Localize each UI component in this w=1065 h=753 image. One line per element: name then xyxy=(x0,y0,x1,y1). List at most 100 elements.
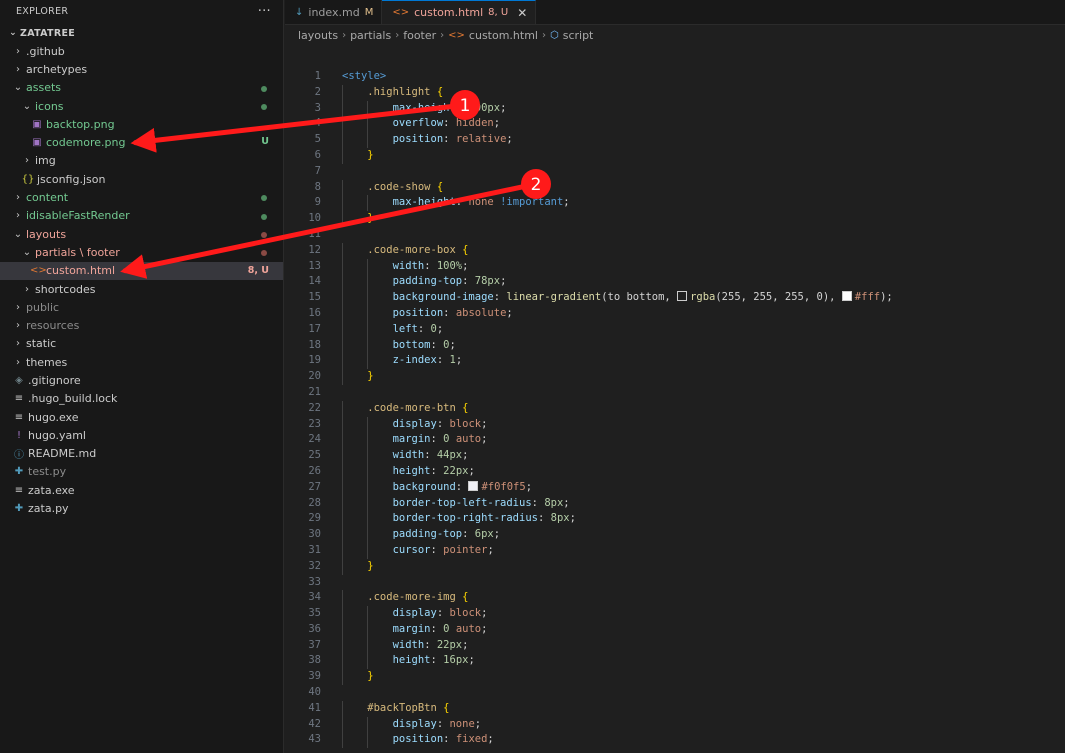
explorer-title: EXPLORER xyxy=(16,5,69,17)
code-token: ; xyxy=(436,322,444,335)
tree-item[interactable]: ▣ backtop.png xyxy=(0,115,283,133)
tree-item[interactable]: › archetypes xyxy=(0,60,283,78)
tree-item-label: resources xyxy=(26,319,80,333)
editor-tab[interactable]: ↓ index.md M xyxy=(285,0,383,24)
code-line: 18 bottom: 0; xyxy=(285,337,1065,354)
tree-item-label: themes xyxy=(26,355,68,369)
tree-item[interactable]: › themes xyxy=(0,353,283,371)
tree-item[interactable]: › resources xyxy=(0,316,283,334)
tree-item[interactable]: › img xyxy=(0,152,283,170)
editor-tab[interactable]: <> custom.html 8, U ✕ xyxy=(382,0,537,24)
code-token: : xyxy=(493,291,507,304)
code-text: margin: 0 auto; xyxy=(342,622,488,638)
tree-item[interactable]: ≡ hugo.exe xyxy=(0,408,283,426)
code-text: .code-more-img { xyxy=(342,590,468,606)
status-dot xyxy=(261,85,267,92)
tree-item[interactable]: ≡ zata.exe xyxy=(0,481,283,499)
code-line: 21 xyxy=(285,385,1065,401)
code-token: auto xyxy=(455,622,482,635)
tree-item[interactable]: ≡ .hugo_build.lock xyxy=(0,390,283,408)
code-line: 20 } xyxy=(285,369,1065,385)
tree-item[interactable]: › content xyxy=(0,188,283,206)
tree-item-label: codemore.png xyxy=(46,136,126,150)
tree-item-label: idisableFastRender xyxy=(26,209,130,223)
code-line: 25 width: 44px; xyxy=(285,448,1065,464)
breadcrumb-item[interactable]: script xyxy=(563,29,594,42)
code-token: ; xyxy=(449,338,456,351)
chevron-down-icon: ⌄ xyxy=(9,28,17,38)
tree-item[interactable]: ◈ .gitignore xyxy=(0,371,283,389)
code-token: { xyxy=(462,591,469,604)
chevron-right-icon: › xyxy=(25,283,29,295)
more-actions-icon[interactable]: ··· xyxy=(258,4,271,19)
code-line: 36 margin: 0 auto; xyxy=(285,621,1065,638)
close-icon[interactable]: ✕ xyxy=(517,6,527,20)
code-token: : xyxy=(417,322,431,335)
code-line: 43 position: fixed; xyxy=(285,732,1065,749)
tree-item[interactable]: ✚ zata.py xyxy=(0,499,283,517)
tree-item[interactable]: ⌄ icons xyxy=(0,97,283,115)
code-token: : xyxy=(430,338,444,351)
code-text: .highlight { xyxy=(342,85,443,101)
tree-item[interactable]: › shortcodes xyxy=(0,280,283,298)
code-line: 9 max-height: none !important; xyxy=(285,195,1065,212)
code-token: width xyxy=(342,449,425,462)
code-token: ; xyxy=(468,464,475,477)
code-token: } xyxy=(342,559,374,572)
workspace-root[interactable]: ⌄ ZATATREE xyxy=(0,22,283,44)
tree-item[interactable]: ⌄ assets xyxy=(0,79,283,97)
tree-item[interactable]: ⓘ README.md xyxy=(0,445,283,463)
chevron-right-icon: › xyxy=(16,192,20,204)
code-token: height xyxy=(342,464,431,477)
color-swatch[interactable] xyxy=(677,291,688,302)
tree-item[interactable]: ! hugo.yaml xyxy=(0,426,283,444)
tree-item[interactable]: {} jsconfig.json xyxy=(0,170,283,188)
code-token: ; xyxy=(481,417,488,430)
line-number: 17 xyxy=(308,322,321,335)
code-token: : xyxy=(430,654,444,667)
line-number: 10 xyxy=(308,212,321,225)
code-token: 22px xyxy=(443,464,469,477)
code-text: margin: 0 auto; xyxy=(342,432,488,448)
chevron-right-icon: › xyxy=(395,29,400,41)
breadcrumb-item[interactable]: custom.html xyxy=(469,29,538,42)
tree-item[interactable]: › idisableFastRender xyxy=(0,207,283,225)
code-editor[interactable]: 1 <style> 2 .highlight {3 max-height: 400p… xyxy=(285,69,1065,749)
code-text: position: relative; xyxy=(342,132,513,148)
tree-item[interactable]: › static xyxy=(0,335,283,353)
breadcrumb-item[interactable]: layouts xyxy=(298,29,338,42)
chevron-right-icon: › xyxy=(541,29,546,41)
code-token: : xyxy=(436,607,450,620)
tree-item[interactable]: ⌄ layouts xyxy=(0,225,283,243)
code-token: .code-more-btn xyxy=(342,401,463,414)
code-token: ; xyxy=(506,133,513,146)
tree-item-label: static xyxy=(26,337,57,351)
code-token: padding-top xyxy=(342,528,463,541)
code-line: 38 height: 16px; xyxy=(285,653,1065,670)
tree-item[interactable]: › .github xyxy=(0,42,283,60)
line-number: 11 xyxy=(308,227,321,240)
tree-item[interactable]: ⌄ partials \ footer xyxy=(0,243,283,261)
code-token: : xyxy=(443,117,456,130)
breadcrumb-item[interactable]: footer xyxy=(403,29,436,42)
code-line: 17 left: 0; xyxy=(285,321,1065,338)
code-token: max-height xyxy=(342,101,456,114)
python-file-icon: ✚ xyxy=(14,503,24,515)
color-swatch[interactable] xyxy=(841,291,852,302)
line-number: 35 xyxy=(308,607,321,620)
tree-item[interactable]: <> custom.html 8, U xyxy=(0,261,283,280)
code-token: ; xyxy=(569,512,576,525)
tree-item[interactable]: ▣ codemore.png U xyxy=(0,133,283,151)
tree-item-label: assets xyxy=(26,81,62,95)
code-text: background: #f0f0f5; xyxy=(342,480,532,496)
code-token: none xyxy=(449,717,475,730)
code-text: height: 16px; xyxy=(342,653,475,669)
tree-item-label: partials \ footer xyxy=(35,245,120,259)
code-text: position: fixed; xyxy=(342,732,494,748)
tree-item[interactable]: › public xyxy=(0,298,283,316)
breadcrumb-item[interactable]: partials xyxy=(350,29,391,42)
color-swatch[interactable] xyxy=(468,480,479,491)
tree-item[interactable]: ✚ test.py xyxy=(0,463,283,481)
code-token: .code-more-img xyxy=(342,591,463,604)
tab-status: M xyxy=(364,6,374,18)
